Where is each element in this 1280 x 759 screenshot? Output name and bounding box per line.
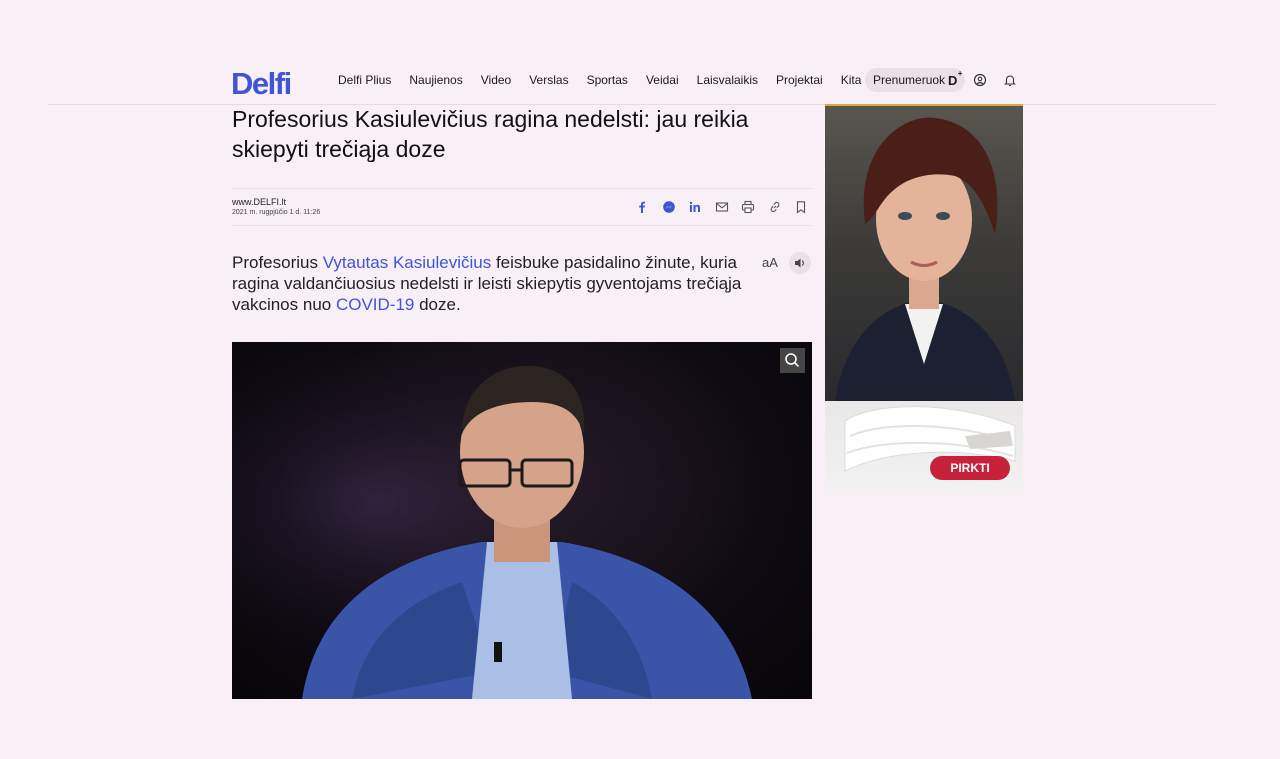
nav-sportas[interactable]: Sportas (587, 73, 628, 87)
bookmark-icon[interactable] (794, 200, 808, 214)
buy-button[interactable]: PIRKTI (930, 456, 1010, 480)
nav-veidai[interactable]: Veidai (646, 73, 679, 87)
ad-accent-bar (825, 104, 1023, 106)
lead-text: Profesorius (232, 253, 323, 272)
main-nav: Delfi Plius Naujienos Video Verslas Spor… (338, 73, 879, 87)
text-size-button[interactable]: aA (756, 253, 784, 273)
linkedin-icon[interactable] (688, 200, 702, 214)
lead-text: doze. (414, 295, 461, 314)
bell-icon[interactable] (1003, 73, 1017, 87)
nav-verslas[interactable]: Verslas (529, 73, 568, 87)
search-icon (785, 353, 800, 368)
nav-naujienos[interactable]: Naujienos (409, 73, 462, 87)
zoom-button[interactable] (780, 348, 805, 373)
sidebar-ad-product[interactable]: PIRKTI (825, 401, 1023, 492)
delfi-plus-badge: D + (948, 68, 963, 88)
nav-kita[interactable]: Kita (841, 73, 862, 87)
article-date: 2021 m. rugpjūčio 1 d. 11:26 (232, 209, 321, 216)
nav-delfi-plius[interactable]: Delfi Plius (338, 73, 391, 87)
article-photo[interactable] (232, 342, 812, 699)
ad-portrait-illustration (835, 117, 1015, 401)
messenger-icon[interactable] (662, 200, 676, 214)
link-icon[interactable] (768, 200, 782, 214)
nav-video[interactable]: Video (481, 73, 511, 87)
share-bar (623, 200, 809, 214)
facebook-icon[interactable] (635, 200, 649, 214)
author-link[interactable]: Vytautas Kasiulevičius (323, 253, 492, 272)
covid-link[interactable]: COVID-19 (336, 295, 414, 314)
print-icon[interactable] (741, 200, 755, 214)
nav-laisvalaikis[interactable]: Laisvalaikis (697, 73, 758, 87)
user-icon[interactable] (973, 73, 987, 87)
article-title: Profesorius Kasiulevičius ragina nedelst… (232, 106, 749, 162)
subscribe-label: Prenumeruok (873, 73, 946, 87)
subscribe-button[interactable]: Prenumeruok D + (865, 68, 966, 92)
email-icon[interactable] (715, 200, 729, 214)
sidebar-ad-portrait[interactable] (825, 104, 1023, 401)
portrait-illustration (232, 342, 812, 699)
speaker-icon (795, 258, 804, 268)
article-source[interactable]: www.DELFI.lt (232, 197, 286, 207)
nav-projektai[interactable]: Projektai (776, 73, 823, 87)
delfi-logo[interactable]: Delfi (231, 66, 292, 102)
article-lead: Profesorius Vytautas Kasiulevičius feisb… (232, 252, 752, 315)
article-meta: www.DELFI.lt 2021 m. rugpjūčio 1 d. 11:2… (232, 188, 812, 226)
audio-button[interactable] (789, 252, 811, 274)
